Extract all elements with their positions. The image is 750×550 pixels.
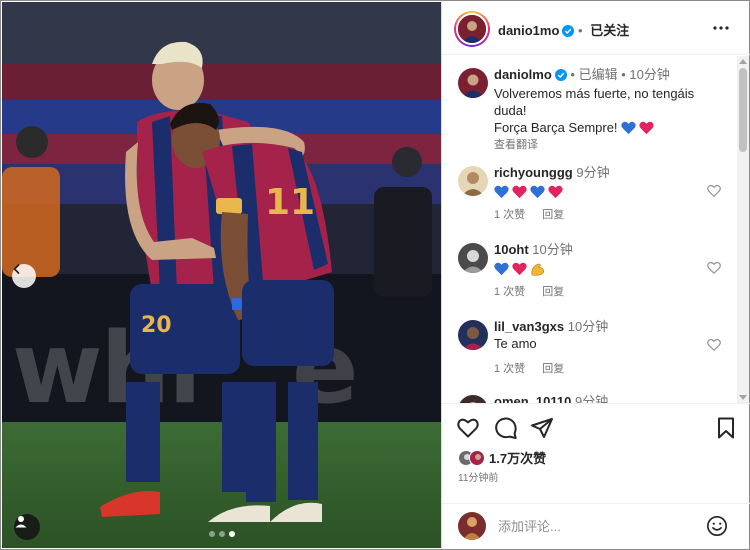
post-time-ago: 11分钟前 <box>458 473 499 484</box>
chevron-left-icon <box>13 264 20 274</box>
carousel-dot <box>208 531 215 537</box>
blue-heart-icon <box>494 185 509 199</box>
comment-avatar[interactable] <box>458 320 488 350</box>
red-heart-icon <box>638 121 654 134</box>
following-button[interactable]: 已关注 <box>590 23 629 38</box>
like-count[interactable]: 1.7万次赞 <box>489 448 546 467</box>
blue-heart-icon <box>530 185 545 199</box>
player-front-number: 11 <box>265 182 315 223</box>
comment-reply-button[interactable]: 回复 <box>542 363 564 375</box>
red-heart-icon <box>512 185 527 199</box>
user-icon <box>15 516 27 528</box>
comments-list[interactable]: daniolmo • 已编辑 • 10分钟 Volveremos más fue… <box>442 56 738 403</box>
caption-text-line3: Força Barça Sempre! <box>494 120 618 135</box>
comment-avatar[interactable] <box>458 395 488 403</box>
likes-summary[interactable]: 1.7万次赞 <box>458 448 546 467</box>
comment-like-count[interactable]: 1 次赞 <box>494 286 525 298</box>
comment-emojis <box>494 262 573 277</box>
comment-avatar[interactable] <box>458 243 488 273</box>
comment-time: 10分钟 <box>532 242 573 257</box>
comment-emojis <box>494 185 610 199</box>
caption-avatar[interactable] <box>458 68 488 98</box>
caption-username[interactable]: daniolmo <box>494 67 552 82</box>
caption-text-line2: duda! <box>494 103 527 118</box>
verified-badge-icon <box>554 68 567 85</box>
add-comment-bar <box>442 503 750 549</box>
photo-scene: whi e 20 11 <box>2 2 441 548</box>
header-username[interactable]: danio1mo <box>498 23 559 38</box>
emoji-smiley-icon[interactable] <box>706 515 728 537</box>
like-comment-heart-icon[interactable] <box>707 338 721 352</box>
liker-avatar <box>469 449 485 466</box>
see-translation-link[interactable]: 查看翻译 <box>494 137 734 154</box>
caption-time: 10分钟 <box>629 67 670 82</box>
red-heart-icon <box>548 185 563 199</box>
comment-username[interactable]: richyounggg <box>494 165 573 180</box>
more-options-icon[interactable] <box>712 19 730 37</box>
post-actions: 1.7万次赞 11分钟前 <box>442 403 750 503</box>
red-heart-icon <box>512 262 527 276</box>
header-user-line: danio1mo • 已关注 <box>498 23 630 40</box>
header-avatar[interactable] <box>454 11 490 47</box>
previous-photo-button[interactable] <box>12 264 36 288</box>
current-user-avatar <box>458 512 486 540</box>
carousel-dots <box>2 531 441 537</box>
comment-input[interactable] <box>498 516 698 536</box>
blue-heart-icon <box>494 262 509 276</box>
verified-badge-icon <box>562 25 575 40</box>
like-comment-heart-icon[interactable] <box>707 261 721 275</box>
comment-reply-button[interactable]: 回复 <box>542 209 564 221</box>
blue-heart-icon <box>620 121 636 134</box>
player-back-number: 20 <box>141 313 172 338</box>
comment-reply-button[interactable]: 回复 <box>542 286 564 298</box>
post-photo[interactable]: whi e 20 11 <box>2 2 441 548</box>
save-bookmark-icon[interactable] <box>714 416 738 440</box>
post-header: danio1mo • 已关注 <box>442 1 750 55</box>
carousel-dot-active <box>228 531 235 537</box>
comment-username[interactable]: lil_van3gxs <box>494 319 564 334</box>
comment-like-count[interactable]: 1 次赞 <box>494 209 525 221</box>
comment-username[interactable]: 10oht <box>494 242 529 257</box>
comment-avatar[interactable] <box>458 166 488 196</box>
comment-like-count[interactable]: 1 次赞 <box>494 363 525 375</box>
post-side-panel: danio1mo • 已关注 daniolmo • 已编辑 • 10分钟 Vol… <box>441 1 750 549</box>
flexed-biceps-icon <box>531 263 545 276</box>
comment-time: 9分钟 <box>576 165 610 180</box>
caption-text-line1: Volveremos más fuerte, no tengáis <box>494 86 695 101</box>
comment-username[interactable]: omen_10110 <box>494 394 571 403</box>
comment-time: 10分钟 <box>567 319 609 334</box>
scrollbar-thumb[interactable] <box>739 68 747 152</box>
carousel-dot <box>218 531 225 537</box>
comment-bubble-icon[interactable] <box>494 416 518 440</box>
share-send-icon[interactable] <box>530 416 554 440</box>
comments-scrollbar[interactable] <box>737 56 749 403</box>
caption-edited-label: 已编辑 <box>578 67 618 82</box>
scroll-down-arrow-icon[interactable] <box>739 395 747 400</box>
comment-time: 9分钟 <box>574 394 609 403</box>
scroll-up-arrow-icon[interactable] <box>739 59 747 64</box>
comment-text: Te amo <box>494 336 537 351</box>
like-heart-icon[interactable] <box>456 416 480 440</box>
like-comment-heart-icon[interactable] <box>707 184 721 198</box>
